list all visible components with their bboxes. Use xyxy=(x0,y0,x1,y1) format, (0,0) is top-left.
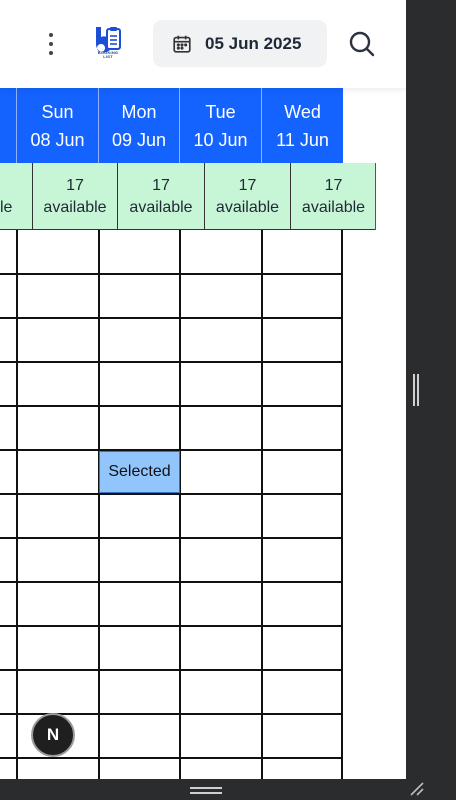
availability-partial: le xyxy=(0,163,33,230)
next-dev-tools-button[interactable]: N xyxy=(31,713,75,757)
bottom-drag-handle[interactable] xyxy=(190,787,222,795)
slot-row-line xyxy=(0,405,343,407)
availability-word: available xyxy=(301,199,366,216)
availability-divider xyxy=(375,163,376,230)
slot-row-line xyxy=(0,361,343,363)
day-date: 09 Jun xyxy=(111,130,167,150)
logo-caption: BOOKING LIST xyxy=(97,50,119,59)
availability-word: available xyxy=(215,199,280,216)
availability-count: 17 xyxy=(324,177,343,194)
top-bar: BOOKING LIST 05 Jun 2025 xyxy=(0,0,406,88)
day-weekday: Sun xyxy=(41,102,74,122)
availability-cell-wed: 17 available xyxy=(291,163,376,230)
booking-grid: Sun 08 Jun Mon 09 Jun Tue 10 Jun Wed 11 … xyxy=(0,0,406,779)
slot-row-line xyxy=(0,669,343,671)
day-header-partial xyxy=(0,88,17,163)
day-header-sun[interactable]: Sun 08 Jun xyxy=(17,88,99,163)
day-date: 10 Jun xyxy=(193,130,248,150)
availability-count: 17 xyxy=(152,177,170,194)
selected-date: 05 Jun 2025 xyxy=(205,33,302,53)
day-header-tue[interactable]: Tue 10 Jun xyxy=(180,88,262,163)
day-weekday: Wed xyxy=(284,102,321,122)
availability-cell-mon: 17 available xyxy=(118,163,205,230)
slot-row-line xyxy=(0,317,343,319)
day-date: 08 Jun xyxy=(30,130,85,150)
day-date: 11 Jun xyxy=(276,130,329,150)
day-weekday: Tue xyxy=(205,102,236,122)
slot-row-line xyxy=(0,581,343,583)
more-options-icon[interactable] xyxy=(40,28,62,60)
availability-word: available xyxy=(129,199,193,216)
day-header-mon[interactable]: Mon 09 Jun xyxy=(99,88,180,163)
slot-column-line xyxy=(98,230,100,779)
calendar-icon xyxy=(173,35,191,53)
selected-slot[interactable]: Selected xyxy=(99,451,180,493)
selected-slot-label: Selected xyxy=(108,463,171,480)
search-icon[interactable] xyxy=(348,30,376,58)
resize-grip-icon[interactable] xyxy=(409,781,425,797)
availability-cell-tue: 17 available xyxy=(205,163,291,230)
availability-word: available xyxy=(43,199,107,216)
slot-column-line xyxy=(179,230,181,779)
day-header-wed[interactable]: Wed 11 Jun xyxy=(262,88,343,163)
slot-row-line xyxy=(0,273,343,275)
availability-cell-sun: 17 available xyxy=(33,163,118,230)
panel-resize-handle[interactable] xyxy=(413,374,420,406)
app-viewport: Sun 08 Jun Mon 09 Jun Tue 10 Jun Wed 11 … xyxy=(0,0,406,779)
slot-row-line xyxy=(0,757,343,759)
availability-suffix: le xyxy=(0,199,13,216)
slot-column-line xyxy=(16,230,18,779)
availability-count: 17 xyxy=(238,177,257,194)
slot-row-line xyxy=(0,537,343,539)
day-weekday: Mon xyxy=(121,102,157,122)
badge-letter: N xyxy=(46,725,60,744)
slot-column-line xyxy=(261,230,263,779)
availability-count: 17 xyxy=(66,177,84,194)
slot-row-line xyxy=(0,493,343,495)
slot-row-line xyxy=(0,625,343,627)
slot-column-line xyxy=(341,230,343,779)
date-picker-button[interactable]: 05 Jun 2025 xyxy=(153,20,327,67)
